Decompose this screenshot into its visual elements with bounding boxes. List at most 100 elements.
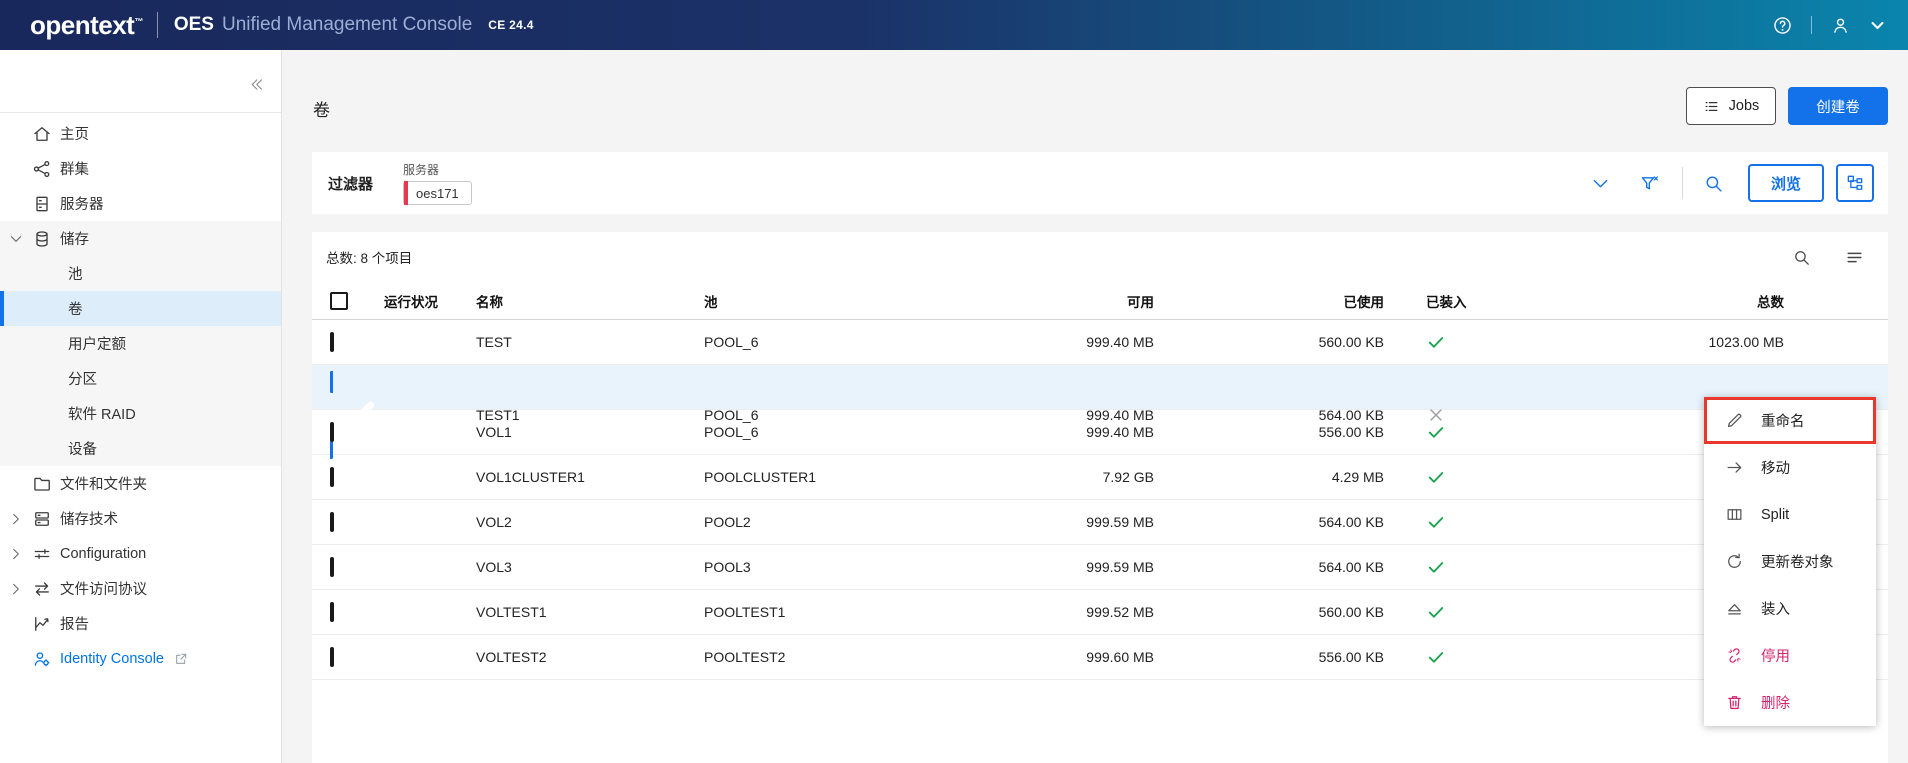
volume-name: VOL1CLUSTER1 [476,469,585,485]
table-row[interactable]: TEST POOL_6 999.40 MB 560.00 KB 1023.00 MB [312,320,1888,365]
sidebar-item-user-quotas[interactable]: 用户定额 [0,326,281,361]
volume-name: VOL2 [476,514,512,530]
sidebar-item-label: 主页 [60,127,89,143]
available-value: 999.60 MB [1086,649,1154,665]
jobs-button[interactable]: Jobs [1686,87,1776,125]
filter-search-icon[interactable] [1703,173,1724,194]
sidebar-item-label: 卷 [68,302,83,318]
user-menu-caret-icon[interactable] [1869,17,1886,34]
sidebar-separator [0,112,281,113]
report-icon [32,614,52,634]
browse-button[interactable]: 浏览 [1748,164,1824,202]
row-checkbox[interactable] [330,332,334,352]
col-header-status: 运行状况 [384,294,438,310]
table-row[interactable]: VOLTEST1 POOLTEST1 999.52 MB 560.00 KB [312,590,1888,635]
create-volume-button[interactable]: 创建卷 [1788,87,1888,125]
row-checkbox[interactable] [330,647,334,667]
mounted-check-icon [1426,602,1446,622]
available-value: 999.52 MB [1086,604,1154,620]
tree-view-button[interactable] [1836,164,1874,202]
mounted-check-icon [1426,647,1446,667]
filter-bar: 过滤器 服务器 oes171 浏览 [312,152,1888,214]
context-menu-item-update-volume[interactable]: 更新卷对象 [1704,538,1876,585]
context-menu-item-split[interactable]: Split [1704,491,1876,538]
sidebar-item-pools[interactable]: 池 [0,256,281,291]
sidebar-item-label: 用户定额 [68,337,126,353]
context-menu-item-label: 装入 [1761,602,1790,618]
table-view-options-icon[interactable] [1845,248,1864,267]
sidebar-item-storage[interactable]: 储存 [0,221,281,256]
row-checkbox[interactable] [330,512,334,532]
home-icon [32,124,52,144]
volume-name: VOL3 [476,559,512,575]
available-value: 999.59 MB [1086,559,1154,575]
mounted-check-icon [1426,557,1446,577]
row-checkbox[interactable] [330,422,334,442]
volume-name: VOL1 [476,424,512,440]
server-filter-chip[interactable]: oes171 [403,181,472,205]
sidebar-item-file-access-protocols[interactable]: 文件访问协议 [0,571,281,606]
select-all-checkbox[interactable] [330,291,348,310]
sidebar-collapse-icon[interactable] [248,76,265,93]
col-header-total: 总数 [1757,294,1784,310]
row-checkbox[interactable] [330,467,334,487]
pool-name: POOLCLUSTER1 [704,469,817,485]
sidebar-item-software-raid[interactable]: 软件 RAID [0,396,281,431]
table-row[interactable]: VOL3 POOL3 999.59 MB 564.00 KB [312,545,1888,590]
context-menu-item-rename[interactable]: 重命名 [1704,397,1876,444]
pool-name: POOL2 [704,514,751,530]
row-checkbox[interactable] [330,602,334,622]
help-icon[interactable] [1772,15,1793,36]
context-menu-item-deactivate[interactable]: 停用 [1704,632,1876,679]
table-row[interactable]: VOL2 POOL2 999.59 MB 564.00 KB [312,500,1888,545]
table-row[interactable]: VOL1CLUSTER1 POOLCLUSTER1 7.92 GB 4.29 MB [312,455,1888,500]
used-value: 564.00 KB [1318,407,1384,423]
table-search-icon[interactable] [1792,248,1811,267]
sidebar-item-storage-technologies[interactable]: 储存技术 [0,501,281,536]
filter-clear-icon[interactable] [1639,173,1660,194]
table-row[interactable]: VOLTEST2 POOLTEST2 999.60 MB 556.00 KB [312,635,1888,680]
table-body: TEST POOL_6 999.40 MB 560.00 KB 1023.00 MB TE… [312,320,1888,680]
sidebar-item-label: Configuration [60,545,147,562]
sidebar-item-label: 报告 [60,617,89,633]
sidebar-item-reports[interactable]: 报告 [0,606,281,641]
user-icon[interactable] [1830,15,1851,36]
row-checkbox[interactable] [330,371,380,459]
identity-icon [32,649,52,669]
top-bar: opentext™ OES Unified Management Console… [0,0,1908,50]
update-icon [1725,552,1744,571]
context-menu-item-move[interactable]: 移动 [1704,444,1876,491]
used-value: 556.00 KB [1318,424,1384,440]
tree-icon [1845,173,1865,193]
sidebar-item-configuration[interactable]: Configuration [0,536,281,571]
split-icon [1725,505,1744,524]
sidebar-item-home[interactable]: 主页 [0,116,281,151]
chevron-down-small-icon [8,231,24,247]
table-row[interactable]: TEST1POOL_6999.40 MB564.00 KB1023.00 MB [312,365,1888,459]
mounted-check-icon [1426,467,1446,487]
sidebar-item-files-and-folders[interactable]: 文件和文件夹 [0,466,281,501]
sidebar-item-cluster[interactable]: 群集 [0,151,281,186]
storage-icon [32,229,52,249]
sidebar-item-devices[interactable]: 设备 [0,431,281,466]
sidebar-item-identity-console[interactable]: Identity Console [0,641,281,676]
sidebar-item-label: Identity Console [60,650,164,667]
opentext-logo: opentext™ [30,9,143,40]
sidebar-item-servers[interactable]: 服务器 [0,186,281,221]
row-checkbox[interactable] [330,557,334,577]
table-header-row: 运行状况 名称 池 可用 已使用 已装入 总数 [312,282,1888,320]
sidebar-nav: 主页群集 服务器 储存池卷用户定额分区 软件 RAID 设备文件和文件夹储存技术 Conf… [0,116,281,676]
context-menu-item-label: 重命名 [1761,414,1805,430]
sidebar-item-volumes[interactable]: 卷 [0,291,281,326]
col-header-mounted: 已装入 [1426,294,1467,310]
sidebar-item-partitions[interactable]: 分区 [0,361,281,396]
volume-name: VOLTEST1 [476,604,547,620]
app-window: opentext™ OES Unified Management Console… [0,0,1908,763]
used-value: 560.00 KB [1318,334,1384,350]
sidebar-item-label: 文件访问协议 [60,582,147,598]
context-menu-item-mount[interactable]: 装入 [1704,585,1876,632]
sidebar-item-label: 文件和文件夹 [60,477,147,493]
filter-expand-chevron-icon[interactable] [1590,173,1611,194]
context-menu-item-delete[interactable]: 删除 [1704,679,1876,726]
header-icon-divider [1811,16,1812,34]
